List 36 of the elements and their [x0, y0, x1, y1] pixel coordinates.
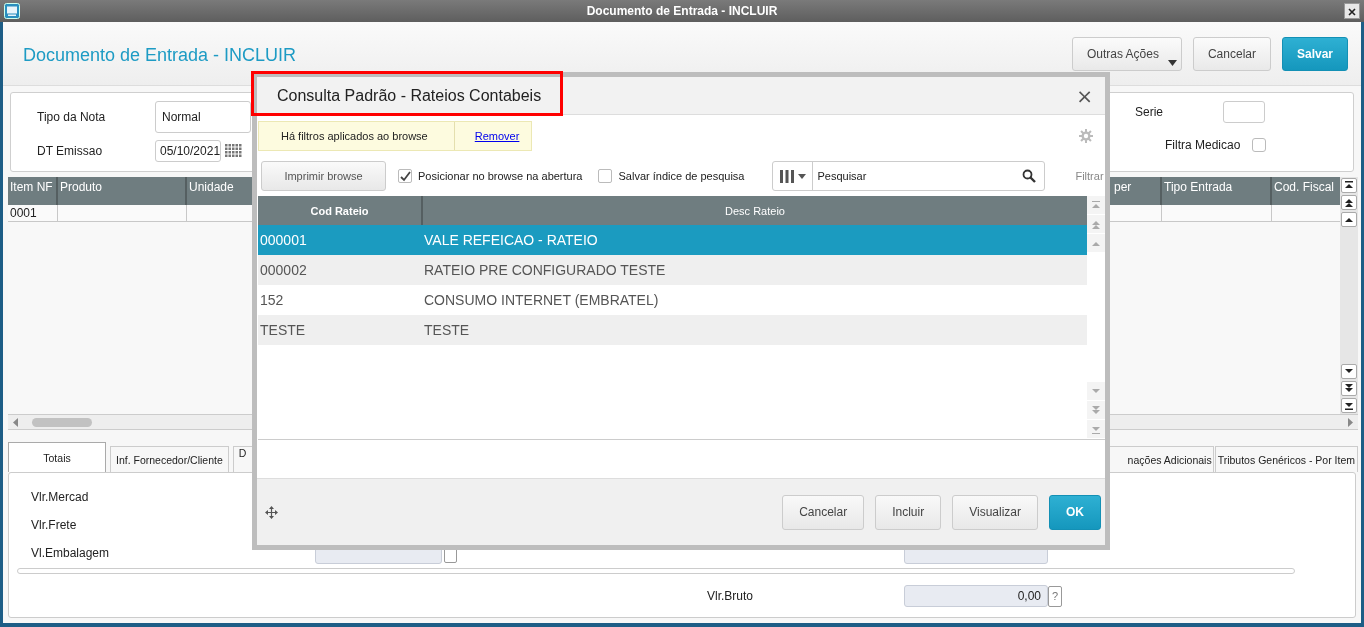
- field-label: Tipo da Nota: [37, 110, 107, 124]
- dialog-button[interactable]: Visualizar: [952, 494, 1038, 530]
- checkbox-label: Posicionar no browse na abertura: [418, 170, 583, 182]
- field-label: Vl.Embalagem: [31, 546, 111, 560]
- print-button[interactable]: Imprimir browse: [261, 161, 386, 191]
- dialog-button[interactable]: Cancelar: [782, 494, 865, 530]
- notice-text: Há filtros aplicados ao browse: [259, 122, 455, 150]
- window-title: Documento de Entrada - INCLUIR: [585, 4, 779, 18]
- dialog-title: Consulta Padrão - Rateios Contabeis: [277, 86, 543, 105]
- filter-link[interactable]: Filtrar: [1075, 170, 1104, 182]
- field-label: Filtra Medicao: [1165, 138, 1242, 152]
- field-label: Serie: [1135, 105, 1164, 119]
- remove-link[interactable]: Remover: [454, 130, 532, 142]
- dialog-button[interactable]: Incluir: [875, 494, 942, 530]
- type-select[interactable]: Normal: [155, 101, 251, 133]
- date-field[interactable]: 05/10/2021: [155, 140, 221, 162]
- field-label: Vlr.Frete: [31, 518, 78, 532]
- page-title: Documento de Entrada - INCLUIR: [23, 44, 298, 66]
- field-label: Vlr.Mercad: [31, 490, 90, 504]
- field-label: DT Emissao: [37, 144, 104, 158]
- search-input[interactable]: Pesquisar: [813, 170, 1023, 182]
- amount-field[interactable]: 0,00: [904, 585, 1048, 607]
- field-label: Vlr.Bruto: [707, 589, 755, 603]
- actions-menu-button[interactable]: Outras Ações: [1071, 36, 1182, 71]
- table-row[interactable]: TESTE TESTE: [258, 315, 1087, 345]
- tab[interactable]: Totais: [8, 442, 106, 472]
- tab[interactable]: Inf. Fornecedor/Cliente: [110, 446, 229, 472]
- table-cell: 0001: [8, 205, 58, 221]
- column-header[interactable]: Cod. Fiscal: [1272, 177, 1340, 205]
- table-row[interactable]: 000002 RATEIO PRE CONFIGURADO TESTE: [258, 255, 1087, 285]
- tab[interactable]: Tributos Genéricos - Por Item: [1214, 446, 1358, 472]
- help-button[interactable]: ?: [1048, 585, 1062, 607]
- search-box[interactable]: Pesquisar: [772, 161, 1046, 191]
- cancel-button[interactable]: Cancelar: [1192, 36, 1271, 71]
- close-button[interactable]: ×: [1076, 83, 1093, 108]
- checkbox-label: Salvar índice de pesquisa: [618, 170, 745, 182]
